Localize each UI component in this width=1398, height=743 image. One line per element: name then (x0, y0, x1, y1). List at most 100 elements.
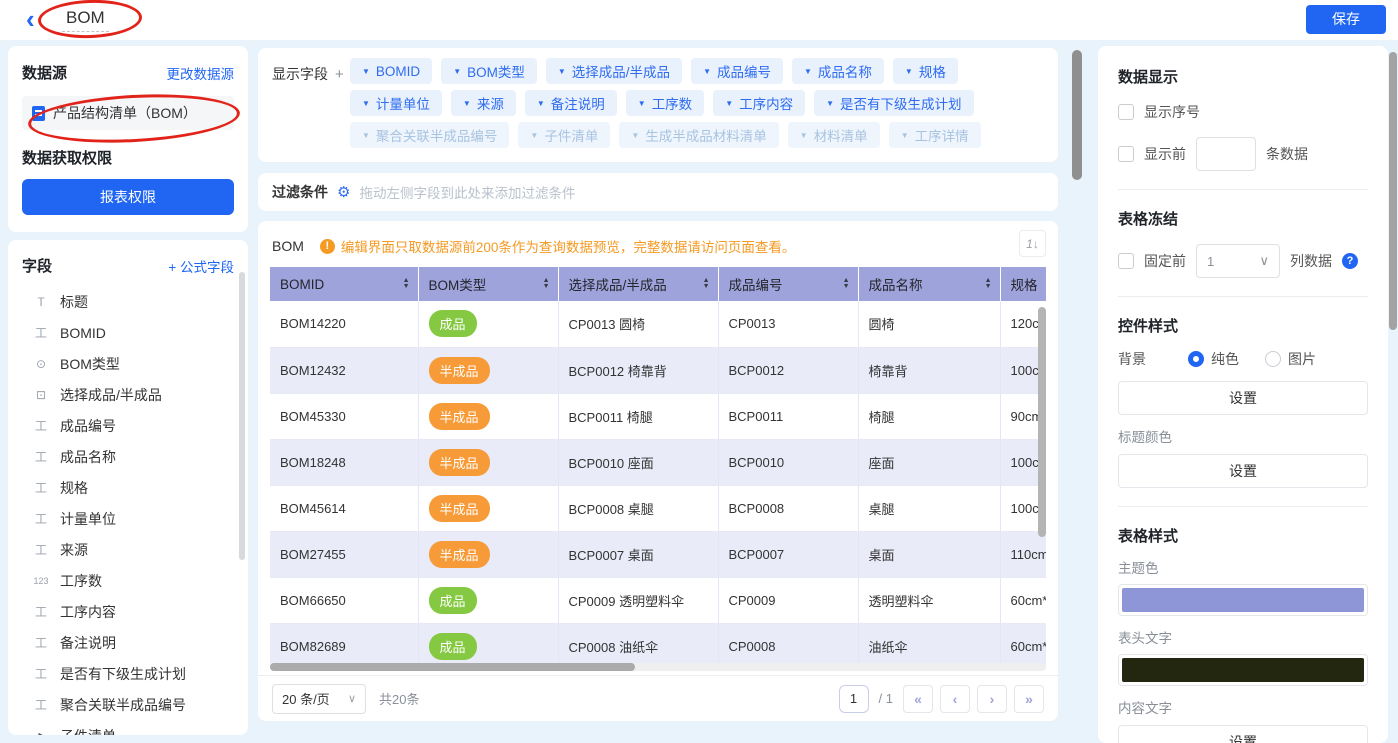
filter-bar[interactable]: 过滤条件 ⚙ 拖动左侧字段到此处来添加过滤条件 (258, 173, 1058, 211)
show-first-count-input[interactable] (1196, 137, 1256, 171)
table-row[interactable]: BOM27455 半成品 BCP0007 桌面 BCP0007 桌面 110cm… (270, 531, 1046, 577)
scrollbar-thumb[interactable] (270, 663, 635, 671)
show-first-checkbox[interactable] (1118, 146, 1134, 162)
field-item-process-content[interactable]: 工工序内容 (22, 596, 238, 627)
bg-image-option[interactable]: 图片 (1265, 349, 1316, 369)
column-header-select-product[interactable]: 选择成品/半成品▲▼ (558, 267, 718, 301)
chip-label: 计量单位 (376, 93, 430, 113)
table-style-heading: 表格样式 (1118, 525, 1368, 546)
table-horizontal-scrollbar[interactable] (270, 663, 1046, 671)
sort-order-button[interactable]: 1↓ (1019, 230, 1046, 257)
first-page-button[interactable]: « (903, 685, 933, 713)
field-chip[interactable]: ▼选择成品/半成品 (546, 58, 682, 84)
table-row[interactable]: BOM45614 半成品 BCP0008 桌腿 BCP0008 桌腿 100cm… (270, 485, 1046, 531)
field-chip[interactable]: ▼来源 (451, 90, 516, 116)
back-icon[interactable]: ‹ (26, 4, 35, 34)
show-index-checkbox[interactable] (1118, 104, 1134, 120)
field-item-has-subplan[interactable]: 工是否有下级生成计划 (22, 658, 238, 689)
middle-scrollbar[interactable] (1072, 50, 1082, 180)
field-chip[interactable]: ▼工序数 (626, 90, 704, 116)
table-vertical-scrollbar[interactable] (1038, 307, 1046, 537)
field-item-process-count[interactable]: 123工序数 (22, 565, 238, 596)
help-icon[interactable]: ? (1342, 253, 1358, 269)
next-page-button[interactable]: › (977, 685, 1007, 713)
page-size-select[interactable]: 20 条/页 ∨ (272, 684, 366, 714)
column-header-name[interactable]: 成品名称▲▼ (858, 267, 1000, 301)
radio-unselected-icon[interactable] (1265, 351, 1281, 367)
chip-label: BOMID (376, 64, 420, 79)
sort-icon[interactable]: ▲▼ (985, 278, 992, 290)
theme-color-swatch[interactable] (1118, 584, 1368, 616)
field-chip[interactable]: ▼成品编号 (691, 58, 783, 84)
topbar: ‹ BOM 保存 (0, 0, 1398, 40)
text-icon: 工 (31, 479, 51, 496)
display-fields-panel: 显示字段+ ▼BOMID ▼BOM类型 ▼选择成品/半成品 ▼成品编号 ▼成品名… (258, 48, 1058, 162)
radio-selected-icon[interactable] (1188, 351, 1204, 367)
field-chip[interactable]: ▼BOMID (350, 58, 432, 84)
table-row[interactable]: BOM12432 半成品 BCP0012 椅靠背 BCP0012 椅靠背 100… (270, 347, 1046, 393)
last-page-button[interactable]: » (1014, 685, 1044, 713)
save-button[interactable]: 保存 (1306, 5, 1386, 34)
field-item-product-code[interactable]: 工成品编号 (22, 410, 238, 441)
text-icon: 工 (31, 634, 51, 651)
field-item-source[interactable]: 工来源 (22, 534, 238, 565)
page-number-input[interactable] (839, 685, 869, 713)
title-color-setting-button[interactable]: 设置 (1118, 454, 1368, 488)
field-chip-disabled[interactable]: ▼生成半成品材料清单 (619, 122, 778, 148)
background-setting-button[interactable]: 设置 (1118, 381, 1368, 415)
report-permission-button[interactable]: 报表权限 (22, 179, 234, 215)
content-text-setting-button[interactable]: 设置 (1118, 725, 1368, 743)
page-title: BOM (62, 8, 109, 32)
sort-icon[interactable]: ▲▼ (543, 278, 550, 290)
field-chip[interactable]: ▼备注说明 (525, 90, 617, 116)
sort-icon[interactable]: ▲▼ (843, 278, 850, 290)
field-chip-disabled[interactable]: ▼材料清单 (788, 122, 880, 148)
field-chip[interactable]: ▼规格 (893, 58, 958, 84)
column-header-bom-type[interactable]: BOM类型▲▼ (418, 267, 558, 301)
change-datasource-link[interactable]: 更改数据源 (167, 63, 235, 83)
column-header-bomid[interactable]: BOMID▲▼ (270, 267, 418, 301)
field-chip[interactable]: ▼计量单位 (350, 90, 442, 116)
field-chip[interactable]: ▼工序内容 (713, 90, 805, 116)
field-item-unit[interactable]: 工计量单位 (22, 503, 238, 534)
field-chip-disabled[interactable]: ▼聚合关联半成品编号 (350, 122, 509, 148)
field-chip[interactable]: ▼是否有下级生成计划 (814, 90, 973, 116)
table-row[interactable]: BOM66650 成品 CP0009 透明塑料伞 CP0009 透明塑料伞 60… (270, 577, 1046, 623)
add-formula-field-link[interactable]: + 公式字段 (168, 256, 234, 276)
field-item-bom-type[interactable]: ⊙BOM类型 (22, 348, 238, 379)
gear-icon[interactable]: ⚙ (337, 183, 350, 201)
field-item-subitem-list[interactable]: ▸子件清单 (22, 720, 238, 735)
table-row[interactable]: BOM45330 半成品 BCP0011 椅腿 BCP0011 椅腿 90cm*… (270, 393, 1046, 439)
field-item-select-product[interactable]: ⊡选择成品/半成品 (22, 379, 238, 410)
fields-scrollbar[interactable] (239, 272, 245, 560)
show-first-label: 显示前 (1144, 144, 1186, 164)
sort-icon[interactable]: ▲▼ (403, 278, 410, 290)
table-row[interactable]: BOM18248 半成品 BCP0010 座面 BCP0010 座面 100cm… (270, 439, 1046, 485)
header-text-label: 表头文字 (1118, 627, 1368, 647)
column-header-spec[interactable]: 规格 (1000, 267, 1046, 301)
column-header-code[interactable]: 成品编号▲▼ (718, 267, 858, 301)
sort-icon[interactable]: ▲▼ (703, 278, 710, 290)
right-panel-scrollbar[interactable] (1389, 52, 1397, 330)
prev-page-button[interactable]: ‹ (940, 685, 970, 713)
field-item-spec[interactable]: 工规格 (22, 472, 238, 503)
add-field-icon[interactable]: + (335, 66, 344, 83)
theme-color-label: 主题色 (1118, 557, 1368, 577)
field-item-agg-code[interactable]: 工聚合关联半成品编号 (22, 689, 238, 720)
field-chip-disabled[interactable]: ▼工序详情 (889, 122, 981, 148)
field-chip[interactable]: ▼成品名称 (792, 58, 884, 84)
table-row[interactable]: BOM14220 成品 CP0013 圆椅 CP0013 圆椅 120cm* (270, 301, 1046, 347)
field-item-bomid[interactable]: 工BOMID (22, 317, 238, 348)
freeze-checkbox[interactable] (1118, 253, 1134, 269)
field-item-title[interactable]: T标题 (22, 286, 238, 317)
chip-row-1: ▼BOMID ▼BOM类型 ▼选择成品/半成品 ▼成品编号 ▼成品名称 ▼规格 (350, 58, 1044, 84)
chevron-down-icon: ▼ (362, 131, 370, 140)
field-chip-disabled[interactable]: ▼子件清单 (518, 122, 610, 148)
bg-solid-option[interactable]: 纯色 (1188, 349, 1239, 369)
field-chip[interactable]: ▼BOM类型 (441, 58, 537, 84)
field-item-product-name[interactable]: 工成品名称 (22, 441, 238, 472)
field-item-remark[interactable]: 工备注说明 (22, 627, 238, 658)
freeze-count-select[interactable]: 1 ∨ (1196, 244, 1280, 278)
datasource-item[interactable]: 产品结构清单（BOM） (22, 96, 234, 130)
header-text-swatch[interactable] (1118, 654, 1368, 686)
